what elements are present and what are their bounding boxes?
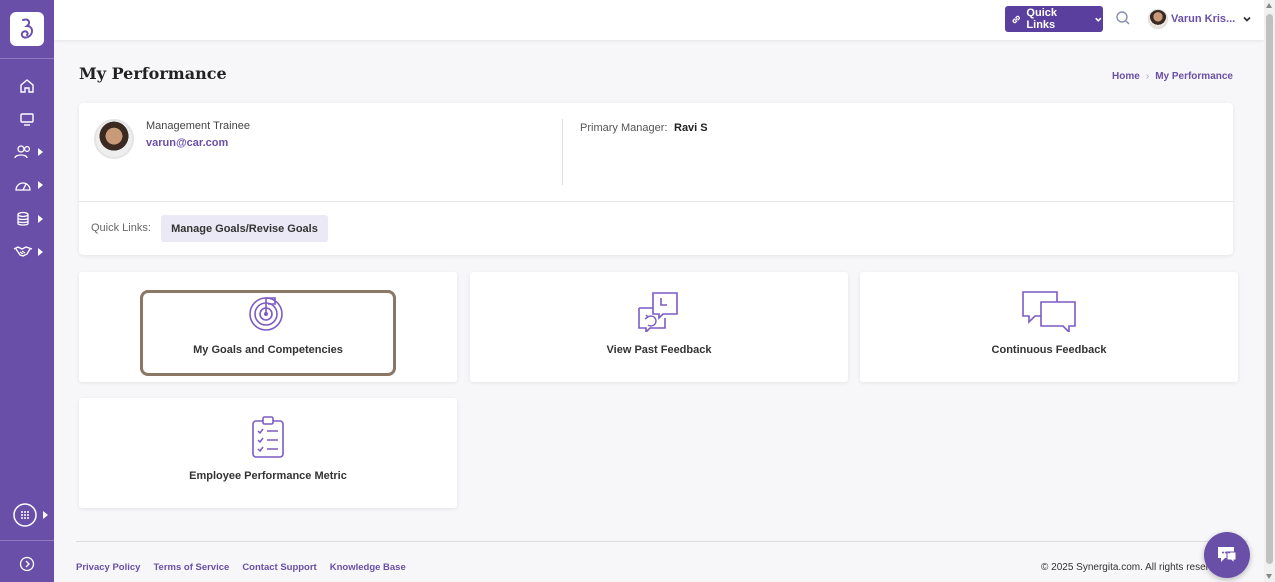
quick-links-label: Quick Links: [91,222,151,234]
sidebar-item-home[interactable] [0,73,54,99]
expand-arrow-icon [38,248,43,256]
tile-label: View Past Feedback [606,344,712,356]
scroll-down-icon[interactable] [1266,574,1272,579]
breadcrumb: Home › My Performance [1112,71,1233,82]
chevron-down-icon [1243,16,1251,22]
page-title: My Performance [79,64,227,83]
checklist-icon [252,416,284,458]
tile-employee-performance-metric[interactable]: Employee Performance Metric [79,398,457,508]
knowledge-base-link[interactable]: Knowledge Base [330,562,406,573]
dashboard-icon [15,182,31,191]
expand-arrow-icon [38,181,43,189]
app-logo[interactable] [10,12,44,46]
divider [562,119,563,185]
monitor-icon [20,113,34,126]
sidebar-item-dashboard[interactable] [0,172,54,198]
user-menu[interactable]: Varun Kris... [1148,9,1252,29]
tile-view-past-feedback[interactable]: View Past Feedback [470,272,848,382]
expand-arrow-icon [43,511,48,519]
tile-continuous-feedback[interactable]: Continuous Feedback [860,272,1238,382]
quick-links-button[interactable]: Quick Links [1005,6,1103,32]
quick-links-label: Quick Links [1026,7,1057,31]
home-icon [20,79,34,93]
sidebar-item-monitor[interactable] [0,106,54,132]
primary-manager-name: Ravi S [674,122,708,134]
copyright-text: © 2025 Synergita.com. All rights reserve… [1041,562,1209,573]
feedback-history-icon [638,292,678,332]
handshake-icon [13,246,33,257]
database-icon [17,211,29,226]
sidebar-item-users[interactable] [0,139,54,165]
users-icon [14,145,31,159]
avatar [1148,9,1168,29]
breadcrumb-separator: › [1145,71,1150,82]
sidebar-divider [0,540,54,541]
breadcrumb-current: My Performance [1155,71,1233,82]
footer-divider [76,541,1248,542]
privacy-policy-link[interactable]: Privacy Policy [76,562,140,573]
tile-my-goals[interactable]: My Goals and Competencies [79,272,457,382]
chat-icon [1218,547,1237,565]
tile-label: Continuous Feedback [991,344,1107,356]
tile-label: My Goals and Competencies [193,344,343,356]
divider [79,201,1233,202]
search-icon[interactable] [1115,10,1131,26]
sidebar-divider [0,58,54,59]
scrollbar-thumb[interactable] [1266,14,1273,564]
chat-support-button[interactable] [1204,532,1250,578]
target-icon [249,297,283,331]
expand-arrow-icon [38,215,43,223]
breadcrumb-home[interactable]: Home [1112,71,1140,82]
avatar [94,119,134,159]
sidebar-item-database[interactable] [0,206,54,232]
scroll-up-icon[interactable] [1266,3,1272,8]
topbar: Quick Links Varun Kris... [54,0,1264,40]
tile-label: Employee Performance Metric [189,470,347,482]
profile-card: Management Trainee varun@car.com Primary… [79,103,1233,255]
footer-links: Privacy Policy Terms of Service Contact … [76,562,406,573]
sidebar-expand-button[interactable] [0,551,54,577]
primary-manager-label: Primary Manager: [580,122,668,134]
sidebar [0,0,54,582]
employee-email[interactable]: varun@car.com [146,137,228,149]
chat-bubbles-icon [1022,291,1076,332]
logo-icon [20,18,33,39]
employee-role: Management Trainee [146,120,250,132]
expand-arrow-icon [38,148,43,156]
terms-of-service-link[interactable]: Terms of Service [153,562,229,573]
expand-sidebar-icon [19,556,35,572]
apps-grid-icon [13,503,37,527]
sidebar-apps-button[interactable] [0,502,54,528]
sidebar-item-handshake[interactable] [0,239,54,265]
manage-goals-button[interactable]: Manage Goals/Revise Goals [161,215,328,242]
link-icon [1012,15,1020,23]
chevron-down-icon [1095,17,1102,22]
user-name: Varun Kris... [1171,13,1236,25]
scrollbar[interactable] [1264,0,1275,582]
contact-support-link[interactable]: Contact Support [242,562,316,573]
